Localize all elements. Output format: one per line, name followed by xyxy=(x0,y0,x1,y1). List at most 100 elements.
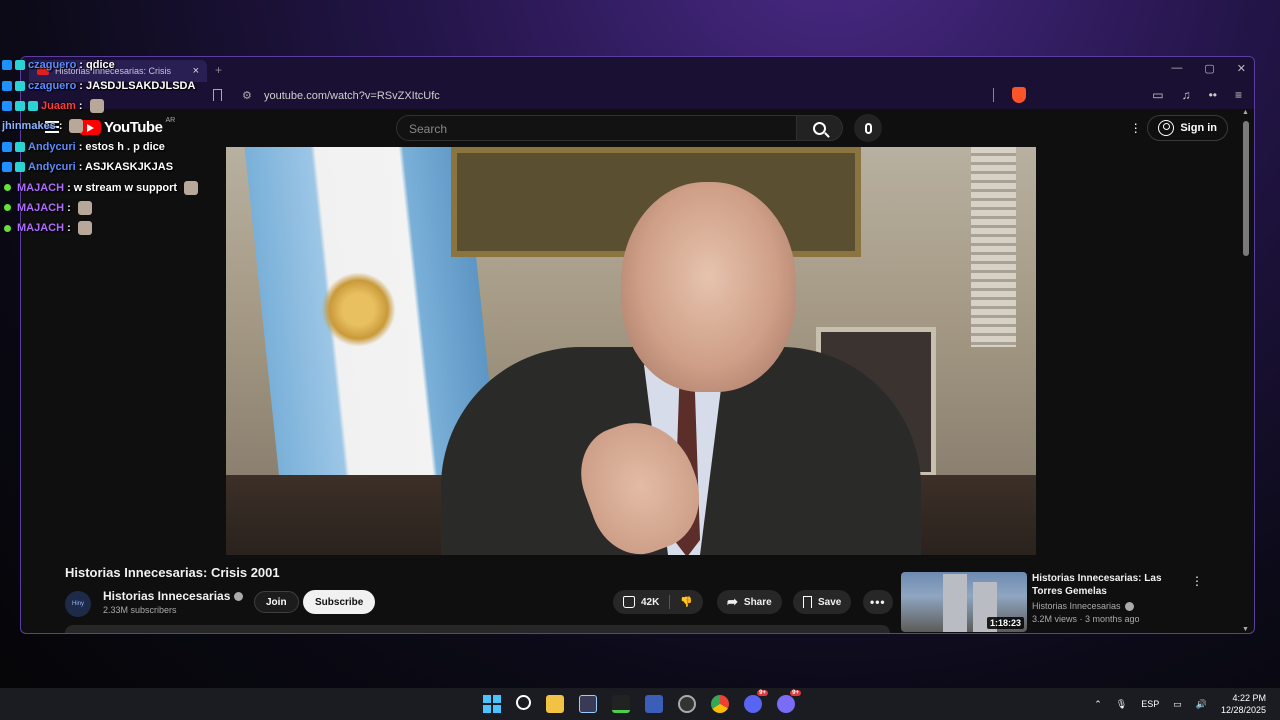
network-icon[interactable]: ▭ xyxy=(1173,699,1182,710)
subscriber-count: 2.33M subscribers xyxy=(103,605,177,615)
prime-badge-icon xyxy=(2,141,12,152)
more-icon: ••• xyxy=(870,595,886,609)
chat-message: czaguero: qdice xyxy=(2,55,322,75)
search-taskbar-icon[interactable] xyxy=(516,695,531,710)
share-label: Share xyxy=(743,596,772,608)
search-button[interactable] xyxy=(796,115,843,141)
save-icon xyxy=(803,596,812,608)
scroll-thumb[interactable] xyxy=(1243,121,1249,256)
windows-taskbar: 9+ 9+ ⌃ 🎙 ESP ▭ 🔊 4:22 PM 12/28/2025 xyxy=(0,688,1280,720)
chat-message: jhinmakes: xyxy=(2,116,322,136)
maximize-button[interactable]: ▢ xyxy=(1204,62,1214,75)
sub-badge-icon xyxy=(15,162,25,173)
join-button[interactable]: Join xyxy=(254,591,299,613)
more-actions-button[interactable]: ••• xyxy=(863,590,893,614)
video-frame-shutter xyxy=(971,147,1016,347)
extensions-icon[interactable]: •• xyxy=(1209,88,1217,102)
minimize-button[interactable]: — xyxy=(1171,62,1182,75)
chat-username[interactable]: Andycuri xyxy=(28,161,76,173)
tray-mic-icon[interactable]: 🎙 xyxy=(1116,699,1127,710)
chat-username[interactable]: MAJACH xyxy=(17,202,64,214)
page-scrollbar[interactable]: ▲ ▼ xyxy=(1242,109,1250,633)
settings-kebab-icon[interactable]: · · · xyxy=(1133,116,1138,138)
window-controls: — ▢ ✕ xyxy=(1171,62,1246,75)
notification-badge: 9+ xyxy=(757,690,768,696)
volume-icon[interactable]: 🔊 xyxy=(1196,699,1207,710)
recommended-meta: 3.2M views · 3 months ago xyxy=(1032,614,1140,624)
close-window-button[interactable]: ✕ xyxy=(1237,62,1246,75)
sidebar-toggle-icon[interactable]: ▭ xyxy=(1152,88,1163,102)
chat-message: Juaam: xyxy=(2,96,322,116)
clock-time: 4:22 PM xyxy=(1232,693,1266,703)
toolbar-separator xyxy=(993,88,995,102)
tray-overflow-icon[interactable]: ⌃ xyxy=(1094,699,1102,710)
video-player[interactable] xyxy=(226,147,1036,555)
sub-badge-icon xyxy=(28,100,38,111)
video-frame-head xyxy=(621,182,796,392)
search-input[interactable]: Search xyxy=(396,115,796,141)
dot-badge-icon xyxy=(4,224,11,232)
share-button[interactable]: ➦ Share xyxy=(717,590,782,614)
windows-start-icon[interactable] xyxy=(483,695,501,713)
chat-emote-icon xyxy=(69,119,84,134)
chat-username[interactable]: jhinmakes xyxy=(2,120,56,132)
chat-message: czaguero: JASDJLSAKDJLSDA xyxy=(2,75,322,95)
chat-message: MAJACH: w stream w support xyxy=(2,177,322,197)
chat-username[interactable]: MAJACH xyxy=(17,182,64,194)
store-icon[interactable] xyxy=(579,695,597,713)
like-count[interactable]: 42K xyxy=(641,597,659,608)
sign-in-button[interactable]: Sign in xyxy=(1147,115,1228,141)
like-divider xyxy=(669,595,671,609)
verified-icon xyxy=(234,591,244,601)
chat-message-text: : xyxy=(58,120,63,133)
discord-alt-icon[interactable]: 9+ xyxy=(777,690,801,713)
save-label: Save xyxy=(818,596,842,608)
language-indicator[interactable]: ESP xyxy=(1141,699,1159,709)
chat-message-text: : xyxy=(67,222,71,235)
recommended-title[interactable]: Historias Innecesarias: Las Torres Gemel… xyxy=(1032,572,1172,598)
video-frame-sun xyxy=(321,272,396,347)
prime-badge-icon xyxy=(2,100,12,111)
channel-avatar[interactable]: Hiny xyxy=(65,591,91,617)
dislike-icon[interactable]: 👎 xyxy=(680,597,692,608)
dot-badge-icon xyxy=(4,184,11,192)
recommended-channel[interactable]: Historias Innecesarias xyxy=(1032,601,1134,611)
account-icon xyxy=(1158,120,1175,136)
scroll-up-icon[interactable]: ▲ xyxy=(1242,109,1249,116)
file-explorer-icon[interactable] xyxy=(546,695,564,713)
description-box[interactable] xyxy=(65,625,890,633)
recommended-menu-icon[interactable]: ⋮ xyxy=(1191,574,1203,588)
dot-badge-icon xyxy=(4,204,11,212)
shield-app-icon[interactable] xyxy=(645,695,663,713)
scroll-down-icon[interactable]: ▼ xyxy=(1242,626,1249,633)
chat-message: MAJACH: xyxy=(2,218,322,238)
chrome-icon[interactable] xyxy=(711,695,729,713)
sub-badge-icon xyxy=(15,100,25,111)
voice-search-button[interactable] xyxy=(854,114,882,142)
menu-icon[interactable]: ≡ xyxy=(1235,88,1242,102)
clock[interactable]: 4:22 PM 12/28/2025 xyxy=(1221,692,1266,716)
chrome-alt-icon[interactable] xyxy=(678,695,696,713)
chat-emote-icon xyxy=(77,200,92,215)
subscribe-button[interactable]: Subscribe xyxy=(303,590,376,614)
chat-username[interactable]: Juaam xyxy=(41,100,76,112)
chat-message-text: : w stream w support xyxy=(67,181,178,194)
terminal-icon[interactable] xyxy=(612,695,630,713)
like-icon[interactable] xyxy=(623,596,635,608)
verified-icon xyxy=(1124,601,1134,611)
video-title: Historias Innecesarias: Crisis 2001 xyxy=(65,565,280,580)
chat-username[interactable]: Andycuri xyxy=(28,141,76,153)
brave-shields-icon[interactable] xyxy=(1012,87,1027,103)
chat-username[interactable]: MAJACH xyxy=(17,222,64,234)
save-button[interactable]: Save xyxy=(793,590,852,614)
music-icon[interactable]: ♫ xyxy=(1182,88,1191,102)
recommended-thumbnail[interactable]: 1:18:23 xyxy=(901,572,1027,632)
channel-name[interactable]: Historias Innecesarias xyxy=(103,589,244,603)
notification-badge: 9+ xyxy=(790,690,801,696)
discord-icon[interactable]: 9+ xyxy=(744,690,768,713)
chat-message: Andycuri: estos h . p dice xyxy=(2,137,322,157)
chat-username[interactable]: czaguero xyxy=(28,80,76,92)
stream-chat-overlay: czaguero: qdice czaguero: JASDJLSAKDJLSDA… xyxy=(2,55,322,239)
clock-date: 12/28/2025 xyxy=(1220,705,1266,715)
chat-username[interactable]: czaguero xyxy=(28,59,76,71)
